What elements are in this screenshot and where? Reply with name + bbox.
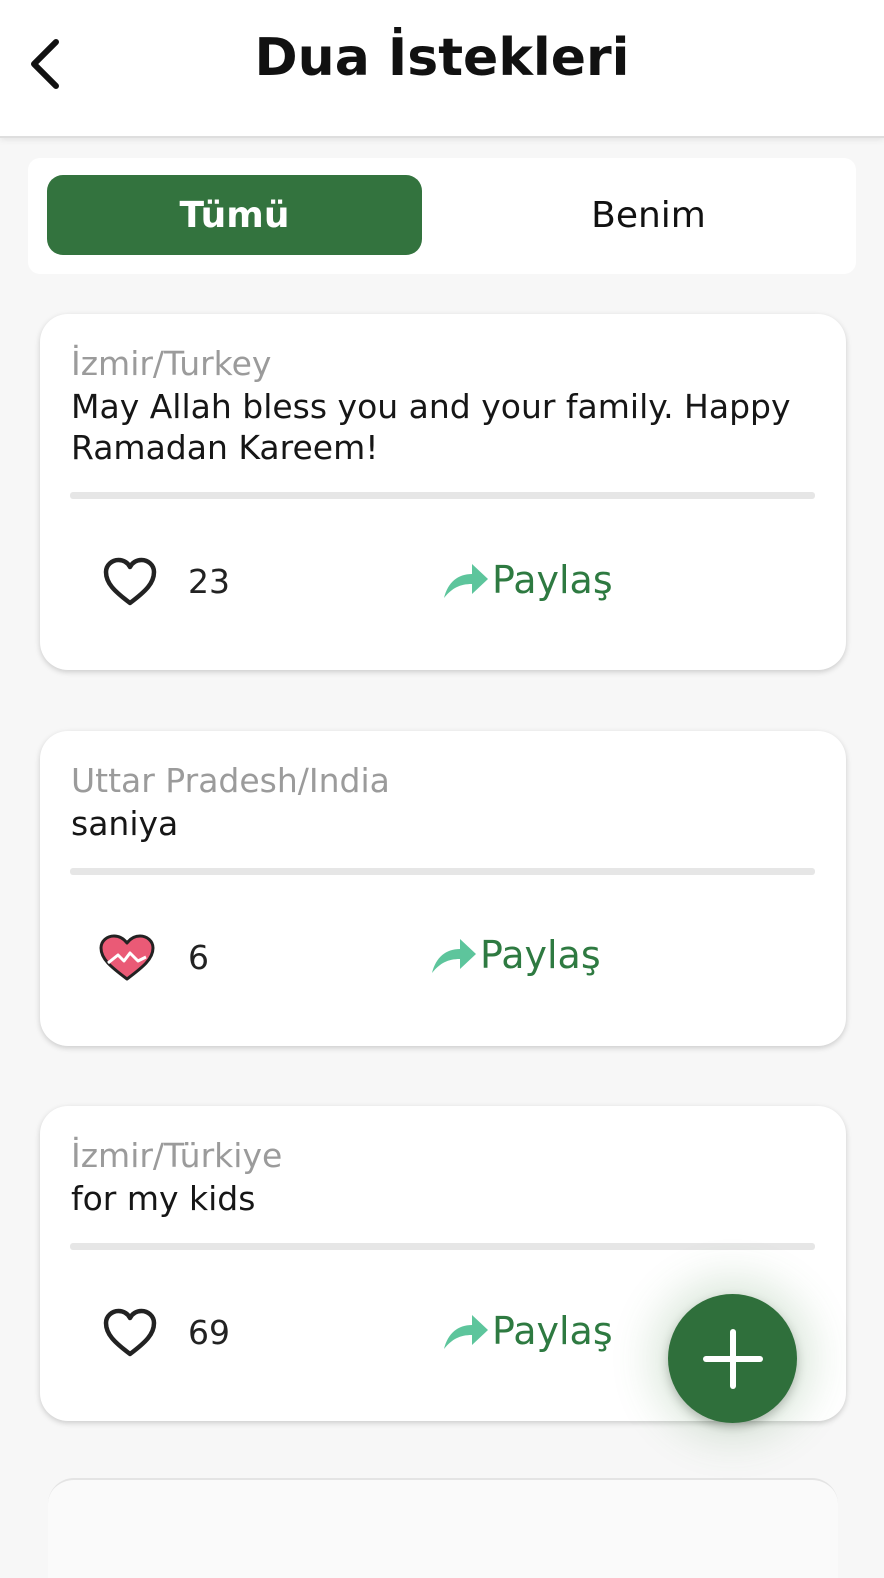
app-header: Dua İstekleri [0,0,884,138]
heart-icon [103,1308,157,1357]
add-request-button[interactable] [668,1294,797,1423]
post-message: for my kids [71,1179,256,1218]
share-button[interactable]: Paylaş [442,558,613,602]
share-label: Paylaş [492,1309,613,1353]
like-button[interactable] [102,1308,158,1358]
post-location: Uttar Pradesh/India [71,761,390,800]
prayer-card: Uttar Pradesh/India saniya 6 Paylaş [40,731,846,1046]
post-location: İzmir/Turkey [71,344,272,383]
plus-icon [702,1328,763,1389]
share-arrow-icon [444,564,488,598]
divider [70,492,815,499]
divider [70,868,815,875]
share-button[interactable]: Paylaş [430,933,601,977]
like-count: 6 [188,938,209,977]
heart-icon [103,557,157,606]
prayer-card: İzmir/Turkey May Allah bless you and you… [40,314,846,670]
like-count: 69 [188,1313,230,1352]
tab-all[interactable]: Tümü [47,175,422,255]
like-button[interactable] [98,933,155,983]
post-location: İzmir/Türkiye [71,1136,283,1175]
share-arrow-icon [444,1315,488,1349]
like-count: 23 [188,562,230,601]
heart-filled-icon [99,934,155,981]
share-label: Paylaş [480,933,601,977]
post-message: May Allah bless you and your family. Hap… [71,387,791,467]
tab-mine[interactable]: Benim [461,175,836,255]
filter-tabs: Tümü Benim [28,158,856,274]
like-button[interactable] [102,557,158,607]
page-title: Dua İstekleri [254,28,630,88]
divider [70,1243,815,1250]
share-label: Paylaş [492,558,613,602]
share-button[interactable]: Paylaş [442,1309,613,1353]
share-arrow-icon [432,939,476,973]
prayer-card-partial [48,1478,838,1578]
post-message: saniya [71,804,179,843]
